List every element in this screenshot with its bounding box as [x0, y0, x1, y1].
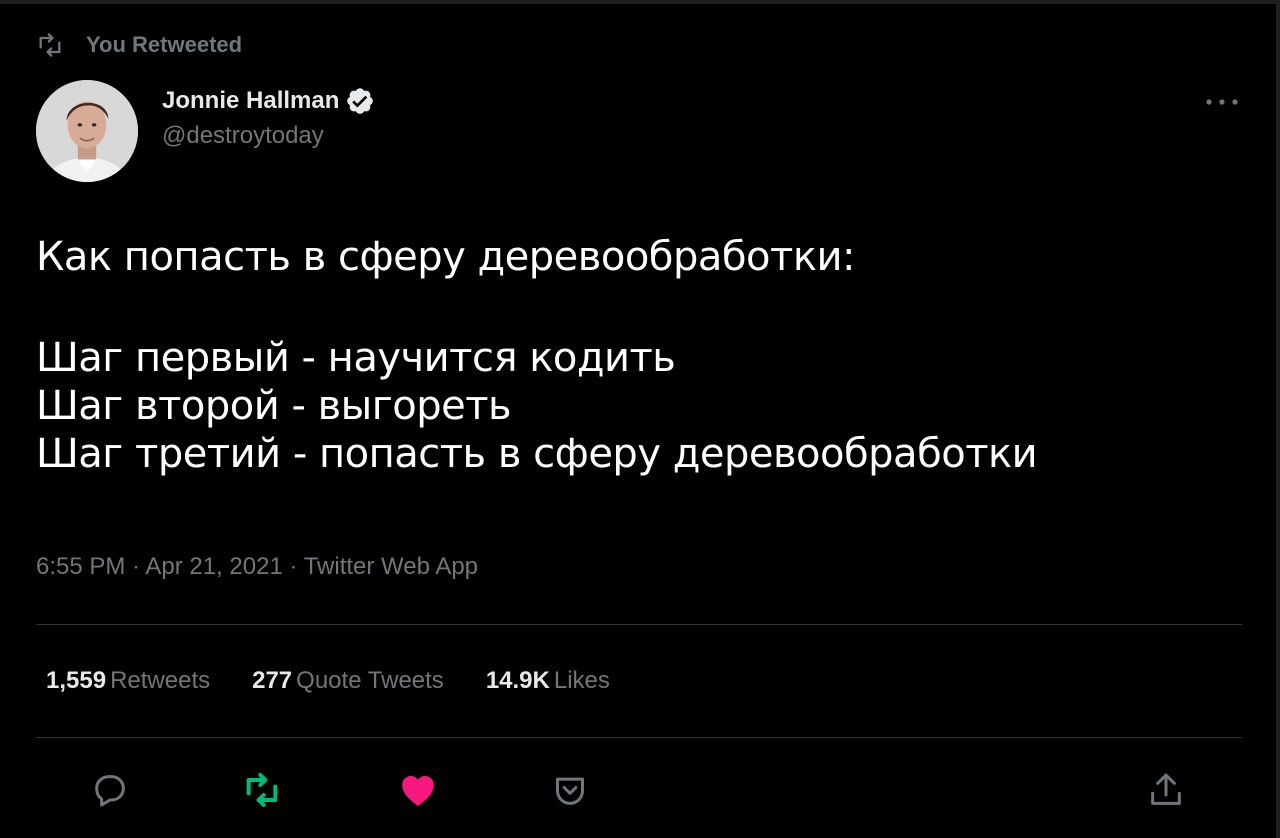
author-display-name[interactable]: Jonnie Hallman: [162, 87, 339, 115]
retweet-banner: You Retweeted: [36, 30, 242, 60]
author-handle[interactable]: @destroytoday: [162, 122, 375, 150]
heart-icon: [402, 776, 434, 806]
divider: [36, 624, 1242, 625]
retweet-icon: [246, 773, 278, 807]
verified-badge-icon: [347, 88, 374, 114]
stat-value: 1,559: [46, 667, 107, 694]
tweet-step-3: Шаг третий - попасть в сферу деревообраб…: [36, 431, 1038, 477]
retweet-icon: [39, 33, 61, 57]
tweet-step-1: Шаг первый - научится кодить: [36, 335, 676, 381]
stat-quote-tweets[interactable]: 277 Quote Tweets: [252, 667, 444, 695]
stat-label: Likes: [553, 667, 610, 694]
tweet-stats: 1,559 Retweets 277 Quote Tweets 14.9K Likes: [46, 667, 610, 695]
stat-likes[interactable]: 14.9K Likes: [486, 667, 610, 695]
avatar[interactable]: [36, 80, 138, 182]
like-button[interactable]: [396, 768, 440, 812]
author-name-row: Jonnie Hallman: [162, 86, 375, 116]
retweet-button[interactable]: [240, 768, 284, 812]
divider: [36, 737, 1242, 738]
retweet-banner-label: You Retweeted: [86, 32, 243, 57]
tweet-meta[interactable]: 6:55 PM · Apr 21, 2021 · Twitter Web App: [36, 553, 478, 581]
share-icon: [1151, 773, 1181, 805]
reply-icon: [95, 775, 125, 807]
avatar-photo: [36, 80, 138, 182]
tweet-title: Как попасть в сферу деревообработки:: [36, 234, 855, 280]
reply-button[interactable]: [88, 768, 132, 812]
more-options-button[interactable]: [1204, 92, 1240, 112]
stat-value: 277: [252, 667, 293, 694]
tweet-text: Как попасть в сферу деревообработки: Шаг…: [36, 226, 1236, 478]
stat-value: 14.9K: [485, 667, 550, 694]
bookmark-button[interactable]: [548, 768, 592, 812]
tweet-step-2: Шаг второй - выгореть: [36, 383, 512, 429]
stat-retweets[interactable]: 1,559 Retweets: [46, 667, 210, 695]
bookmark-icon: [556, 777, 584, 805]
stat-label: Quote Tweets: [296, 667, 444, 694]
tweet-actions: [0, 760, 1280, 824]
share-button[interactable]: [1144, 768, 1188, 812]
more-dots-icon: [1206, 99, 1238, 105]
author-block: Jonnie Hallman @destroytoday: [162, 86, 375, 150]
stat-label: Retweets: [110, 667, 211, 694]
